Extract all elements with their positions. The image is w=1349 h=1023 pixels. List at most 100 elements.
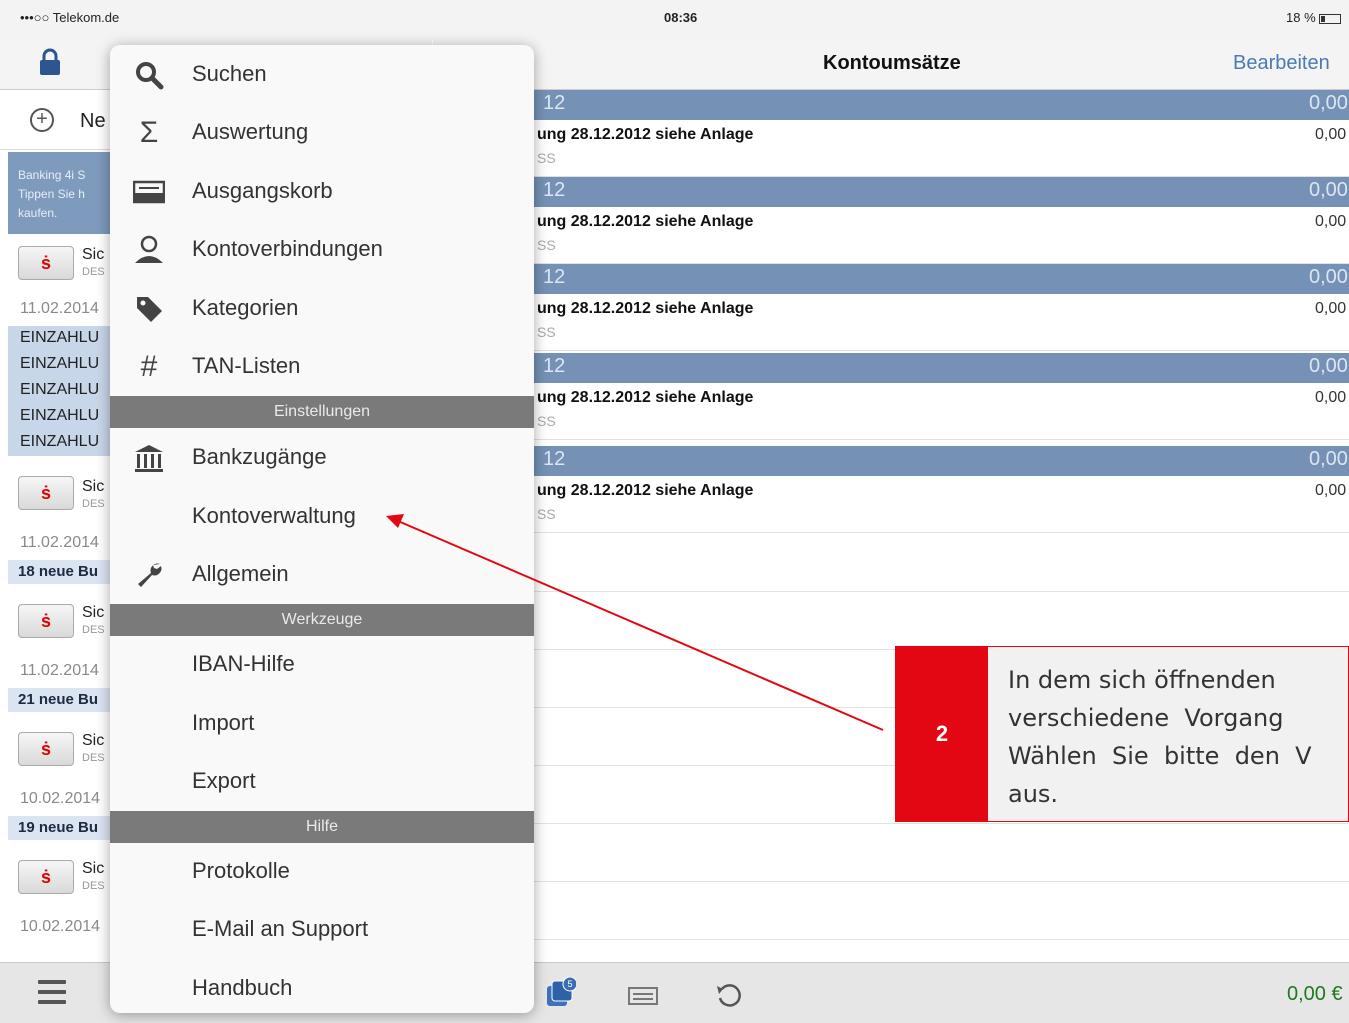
- menu-item-bankzugaenge[interactable]: Bankzugänge: [110, 428, 534, 486]
- account-name: Sic: [82, 478, 105, 495]
- account-date: 10.02.2014: [20, 918, 101, 935]
- add-circle-icon: +: [30, 108, 54, 132]
- menu-item-tan-listen[interactable]: # TAN-Listen: [110, 337, 534, 395]
- account-date: 11.02.2014: [20, 662, 99, 679]
- account-note: 18 neue Bu: [8, 560, 118, 584]
- new-account-label: Ne: [80, 110, 106, 132]
- transaction-row[interactable]: ung 28.12.2012 siehe Anlage SS 0,00: [433, 383, 1349, 440]
- lock-icon[interactable]: [38, 48, 62, 76]
- account-note: 21 neue Bu: [8, 688, 118, 712]
- transaction-value: 0,00: [1315, 389, 1347, 406]
- section-header: 12 0,00: [433, 90, 1349, 120]
- sparkasse-icon: ṡ: [18, 732, 74, 766]
- section-year: 12: [543, 448, 566, 470]
- screen: •••○○ Telekom.de 08:36 18 % + Ne Banking…: [0, 0, 1349, 1023]
- menu-item-ausgangskorb[interactable]: Ausgangskorb: [110, 162, 534, 220]
- section-header: 12 0,00: [433, 353, 1349, 383]
- empty-row: [433, 592, 1349, 650]
- menu-item-iban-hilfe[interactable]: IBAN-Hilfe: [110, 635, 534, 693]
- section-header: 12 0,00: [433, 177, 1349, 207]
- transaction-sub: SS: [537, 237, 556, 253]
- transaction-text: ung 28.12.2012 siehe Anlage: [537, 389, 754, 406]
- outbox-icon: [132, 176, 166, 208]
- transaction-row[interactable]: ung 28.12.2012 siehe Anlage SS 0,00: [433, 207, 1349, 264]
- menu-item-import[interactable]: Import: [110, 694, 534, 752]
- menu-item-label: IBAN-Hilfe: [192, 651, 295, 676]
- account-date: 11.02.2014: [20, 300, 99, 317]
- transaction-row[interactable]: ung 28.12.2012 siehe Anlage SS 0,00: [433, 120, 1349, 177]
- sparkasse-icon: ṡ: [18, 860, 74, 894]
- wrench-icon: [132, 559, 166, 591]
- menu-header-tools: Werkzeuge: [110, 604, 534, 636]
- tag-icon: [132, 293, 166, 325]
- menu-item-label: Kontoverbindungen: [192, 236, 383, 261]
- battery-icon: [1318, 13, 1341, 24]
- hash-icon: #: [140, 350, 158, 383]
- menu-item-label: Kontoverwaltung: [192, 503, 356, 528]
- menu-item-email-support[interactable]: E-Mail an Support: [110, 900, 534, 958]
- transaction-value: 0,00: [1315, 300, 1347, 317]
- section-year: 12: [543, 266, 566, 288]
- transaction-row[interactable]: ung 28.12.2012 siehe Anlage SS 0,00: [433, 294, 1349, 351]
- section-amount: 0,00: [1309, 179, 1348, 201]
- refresh-icon[interactable]: [714, 980, 744, 1010]
- main-menu-popover: Suchen Σ Auswertung Ausgangskorb Kontove…: [110, 45, 534, 1013]
- search-icon: [132, 59, 166, 91]
- sparkasse-icon: ṡ: [18, 246, 74, 280]
- account-date: 11.02.2014: [20, 534, 99, 551]
- empty-row: [433, 534, 1349, 592]
- carrier-label: •••○○ Telekom.de: [20, 10, 120, 25]
- menu-item-label: E-Mail an Support: [192, 916, 369, 941]
- account-name: Sic: [82, 604, 105, 621]
- menu-item-auswertung[interactable]: Σ Auswertung: [110, 103, 534, 161]
- transaction-text: ung 28.12.2012 siehe Anlage: [537, 482, 754, 499]
- total-balance: 0,00 €: [1287, 983, 1343, 1005]
- person-icon: [132, 234, 166, 266]
- menu-item-suchen[interactable]: Suchen: [110, 45, 534, 103]
- account-date: 10.02.2014: [20, 790, 101, 807]
- battery-percent: 18 %: [1286, 10, 1316, 25]
- menu-item-kontoverwaltung[interactable]: Kontoverwaltung: [110, 487, 534, 545]
- step-number: 2: [896, 647, 988, 821]
- status-bar: •••○○ Telekom.de 08:36 18 %: [0, 0, 1349, 40]
- empty-row: [433, 882, 1349, 940]
- section-year: 12: [543, 92, 566, 114]
- menu-item-handbuch[interactable]: Handbuch: [110, 959, 534, 1013]
- callout-text: In dem sich öffnenden verschiedene Vorga…: [1008, 666, 1312, 808]
- sparkasse-icon: ṡ: [18, 476, 74, 510]
- menu-item-allgemein[interactable]: Allgemein: [110, 545, 534, 603]
- edit-button[interactable]: Bearbeiten: [1233, 52, 1330, 75]
- account-sub: DES: [82, 266, 105, 278]
- transfers-icon[interactable]: 5: [546, 977, 576, 1007]
- section-year: 12: [543, 355, 566, 377]
- menu-item-export[interactable]: Export: [110, 752, 534, 810]
- transaction-value: 0,00: [1315, 126, 1347, 143]
- section-amount: 0,00: [1309, 92, 1348, 114]
- transaction-text: ung 28.12.2012 siehe Anlage: [537, 300, 754, 317]
- menu-item-protokolle[interactable]: Protokolle: [110, 842, 534, 900]
- badge-count: 5: [567, 979, 572, 989]
- transaction-sub: SS: [537, 506, 556, 522]
- menu-header-help: Hilfe: [110, 811, 534, 843]
- account-sub: DES: [82, 880, 105, 892]
- annotation-callout: 2 In dem sich öffnenden verschiedene Vor…: [895, 646, 1349, 822]
- menu-item-label: Bankzugänge: [192, 444, 327, 469]
- detail-pane: Kontoumsätze Bearbeiten 12 0,00 ung 28.12…: [433, 40, 1349, 962]
- transaction-text: ung 28.12.2012 siehe Anlage: [537, 126, 754, 143]
- menu-item-label: Ausgangskorb: [192, 178, 333, 203]
- menu-item-kategorien[interactable]: Kategorien: [110, 279, 534, 337]
- menu-icon[interactable]: [38, 980, 66, 1006]
- menu-item-label: Auswertung: [192, 119, 309, 144]
- detail-nav-bar: Kontoumsätze Bearbeiten: [433, 40, 1349, 90]
- menu-item-label: Kategorien: [192, 295, 299, 320]
- account-sub: DES: [82, 498, 105, 510]
- transaction-row[interactable]: ung 28.12.2012 siehe Anlage SS 0,00: [433, 476, 1349, 533]
- menu-item-label: Suchen: [192, 61, 267, 86]
- sigma-icon: Σ: [139, 116, 159, 149]
- account-sub: DES: [82, 752, 105, 764]
- list-icon[interactable]: [628, 987, 658, 1005]
- sparkasse-icon: ṡ: [18, 604, 74, 638]
- transaction-sub: SS: [537, 150, 556, 166]
- menu-item-kontoverbindungen[interactable]: Kontoverbindungen: [110, 220, 534, 278]
- menu-item-label: Allgemein: [192, 561, 289, 586]
